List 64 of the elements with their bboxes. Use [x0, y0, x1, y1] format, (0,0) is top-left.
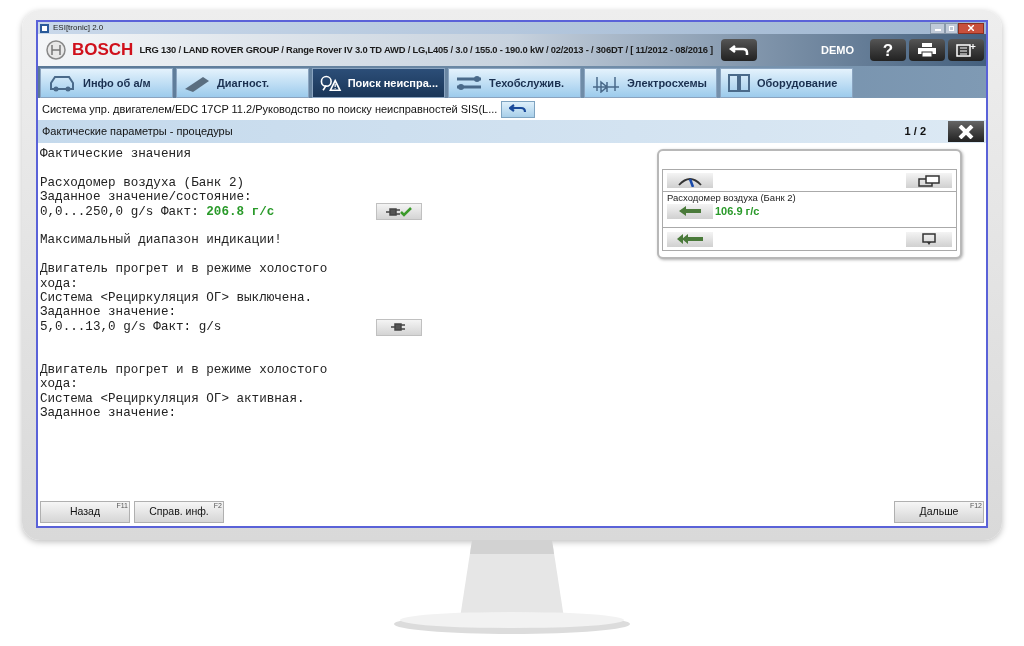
maximize-button[interactable] — [945, 22, 958, 34]
gauge-button[interactable] — [667, 173, 713, 188]
windows-button[interactable] — [906, 173, 952, 188]
return-button[interactable] — [501, 100, 536, 118]
left-arrow-button[interactable] — [667, 203, 713, 219]
vehicle-info: LRG 130 / LAND ROVER GROUP / Range Rover IV 3.0 TD AWD / LG,L405 / 3.0 / 155.0 - 190.0 kW / 02/2013 - / 306DT / [ 11/2012 - 08/2016 ] — [139, 42, 714, 57]
return-arrow-icon — [729, 44, 750, 56]
minimize-icon — [934, 28, 941, 31]
return-arrow-icon — [509, 104, 528, 114]
bosch-logo-icon — [46, 40, 66, 60]
nav-tab[interactable]: Инфо об а/м — [40, 68, 173, 98]
reading-line: 0,0...250,0 g/s Факт: 206.8 г/с — [40, 204, 275, 219]
breadcrumb-path: Система упр. двигателем/EDC 17CP 11.2/Руководство по поиску неисправностей SIS(L... — [42, 101, 498, 117]
nav-tab[interactable]: Оборудование — [720, 68, 853, 98]
widget-value: 106.9 г/с — [715, 204, 760, 219]
back-button[interactable] — [721, 39, 758, 61]
page-indicator: 1 / 2 — [904, 124, 926, 140]
info-line: Заданное значение: — [40, 406, 177, 421]
close-button[interactable] — [958, 22, 984, 34]
connector-button[interactable] — [376, 203, 422, 221]
plug-icon — [391, 322, 407, 332]
double-left-arrow-icon — [677, 234, 703, 244]
info-line: Расходомер воздуха (Банк 2) — [40, 175, 245, 191]
nav-tab[interactable]: Электросхемы — [584, 68, 717, 98]
app-icon — [40, 23, 49, 33]
info-line: хода: — [40, 377, 78, 392]
info-line: Максимальный диапазон индикации! — [40, 233, 282, 248]
info-line: Система <Рециркуляция ОГ> выключена. — [40, 291, 313, 306]
reading-line: 5,0...13,0 g/s Факт: g/s — [40, 319, 222, 335]
list-menu-icon — [956, 43, 976, 57]
nav-tab[interactable]: Техобслужив. — [448, 68, 581, 98]
connector-button[interactable] — [376, 318, 422, 336]
book-icon — [727, 73, 751, 93]
nav-tab[interactable]: Диагност. — [176, 68, 309, 98]
nav-tab[interactable]: Поиск неиспра... — [312, 68, 445, 98]
left-arrow-icon — [679, 206, 701, 217]
close-icon — [958, 124, 974, 139]
info-line: Двигатель прогрет и в режиме холостого — [40, 262, 328, 277]
print-button[interactable] — [909, 39, 945, 61]
brand-logo: BOSCH — [72, 39, 134, 62]
close-icon — [968, 25, 974, 31]
maximize-icon — [949, 25, 954, 31]
mode-label: DEMO — [821, 42, 854, 58]
close-section-button[interactable] — [948, 121, 984, 142]
car-icon — [47, 73, 77, 93]
dropdown-button[interactable] — [906, 231, 952, 247]
info-line: Фактические значения — [40, 147, 192, 162]
window-title: ESI[tronic] 2.0 — [53, 24, 104, 32]
menu-button[interactable] — [948, 39, 984, 61]
printer-icon — [918, 43, 936, 57]
info-line: Двигатель прогрет и в режиме холостого — [40, 363, 328, 378]
info-line: Заданное значение/состояние: — [40, 190, 252, 205]
plug-check-icon — [386, 206, 412, 217]
help-button[interactable]: ? — [870, 39, 906, 61]
widget-label: Расходомер воздуха (Банк 2) — [667, 192, 797, 203]
minimize-button[interactable] — [930, 22, 945, 34]
section-title: Фактические параметры - процедуры — [42, 124, 233, 140]
info-line: хода: — [40, 276, 78, 291]
tools-icon — [455, 73, 483, 93]
info-line: Система <Рециркуляция ОГ> активная. — [40, 391, 305, 407]
double-arrow-button[interactable] — [667, 231, 713, 247]
windows-icon — [918, 174, 940, 187]
info-line: Заданное значение: — [40, 305, 177, 320]
monitor-down-icon — [922, 233, 936, 245]
